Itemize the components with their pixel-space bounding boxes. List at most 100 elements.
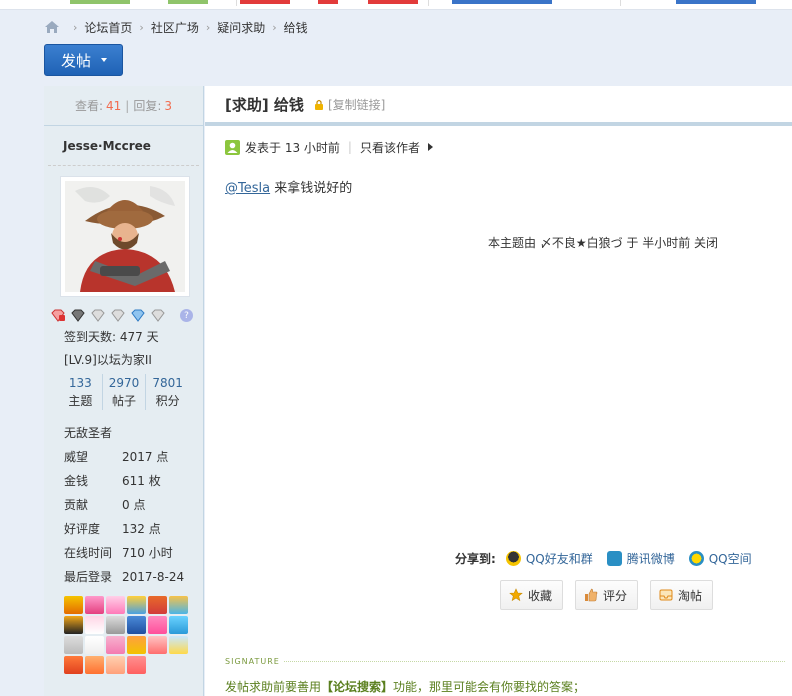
points-label: 积分 xyxy=(155,394,180,408)
post-time: 发表于 13 小时前 xyxy=(245,140,340,155)
medal-icon[interactable] xyxy=(127,596,146,614)
medal-icon[interactable] xyxy=(106,616,125,634)
medal-icon[interactable] xyxy=(85,596,104,614)
new-post-button[interactable]: 发帖 xyxy=(44,44,123,76)
help-icon[interactable]: ? xyxy=(180,309,193,322)
author-name[interactable]: Jesse·Mccree xyxy=(48,126,199,166)
signature-suffix: 功能，那里可能会有你要找的答案； xyxy=(393,680,586,694)
dotted-rule xyxy=(283,661,785,662)
breadcrumb-current[interactable]: 给钱 xyxy=(284,19,308,36)
silver-diamond-icon[interactable] xyxy=(90,309,106,322)
medal-icon[interactable] xyxy=(85,616,104,634)
nav-fragment xyxy=(240,0,290,4)
posts-count[interactable]: 2970 帖子 xyxy=(101,374,146,410)
silver-diamond-icon[interactable] xyxy=(110,309,126,322)
new-post-label: 发帖 xyxy=(61,51,92,70)
share-qq-friends[interactable]: QQ好友和群 xyxy=(505,550,593,567)
medal-icon[interactable] xyxy=(85,636,104,654)
field-value: 0 点 xyxy=(122,498,146,512)
share-tencent-weibo[interactable]: 腾讯微博 xyxy=(606,550,675,567)
home-icon[interactable] xyxy=(44,20,60,34)
medal-icon[interactable] xyxy=(106,656,125,674)
stats-separator: | xyxy=(125,98,130,113)
field-value: 611 枚 xyxy=(122,474,161,488)
medal-icon[interactable] xyxy=(64,636,83,654)
topics-count[interactable]: 133 主题 xyxy=(59,374,102,410)
avatar-frame[interactable] xyxy=(60,176,190,297)
share-label: 分享到: xyxy=(455,552,496,566)
nav-fragment xyxy=(70,0,130,4)
medal-icon[interactable] xyxy=(106,596,125,614)
medal-icon[interactable] xyxy=(148,636,167,654)
medal-icon[interactable] xyxy=(64,616,83,634)
breadcrumb-community[interactable]: 社区广场 xyxy=(151,19,199,36)
field-last-login: 最后登录 2017-8-24 xyxy=(64,565,203,589)
favorite-button[interactable]: 收藏 xyxy=(500,580,564,610)
signature-divider: SIGNATURE xyxy=(225,657,785,666)
thread-container: 查看: 41 | 回复: 3 Jesse·Mccree ? 签到天数: 477 … xyxy=(44,86,792,696)
medal-icon[interactable] xyxy=(64,656,83,674)
field-prestige: 威望 2017 点 xyxy=(64,445,203,469)
thread-title: [求助] 给钱 xyxy=(225,95,304,114)
medal-icon[interactable] xyxy=(148,596,167,614)
medal-icon[interactable] xyxy=(127,656,146,674)
star-icon xyxy=(509,588,523,602)
dark-badge-icon[interactable] xyxy=(70,309,86,322)
mention-link[interactable]: @Tesla xyxy=(225,181,270,196)
field-online-time: 在线时间 710 小时 xyxy=(64,541,203,565)
thumbs-up-icon xyxy=(584,588,598,602)
field-value: 132 点 xyxy=(122,522,161,536)
user-level[interactable]: [LV.9]以坛为家II xyxy=(64,352,203,368)
medal-icon[interactable] xyxy=(169,596,188,614)
signature-label: SIGNATURE xyxy=(225,657,280,666)
post-main: [求助] 给钱 [复制链接] 发表于 13 小时前 | 只看该作者 @Tesla… xyxy=(205,86,792,696)
field-key: 在线时间 xyxy=(64,546,113,560)
only-author-link[interactable]: 只看该作者 xyxy=(360,139,420,156)
field-rating: 好评度 132 点 xyxy=(64,517,203,541)
rate-label: 评分 xyxy=(603,588,628,603)
medal-grid xyxy=(64,596,190,674)
post-body: 来拿钱说好的 xyxy=(270,181,353,196)
medal-icon[interactable] xyxy=(127,636,146,654)
collect-post-button[interactable]: 淘帖 xyxy=(650,580,714,610)
avatar[interactable] xyxy=(65,181,185,292)
medal-icon[interactable] xyxy=(169,636,188,654)
replies-label: 回复: xyxy=(133,99,162,113)
signature-search-link[interactable]: 【论坛搜索】 xyxy=(321,680,393,694)
collect-post-label: 淘帖 xyxy=(678,588,703,603)
medal-icon[interactable] xyxy=(127,616,146,634)
topics-label: 主题 xyxy=(68,394,93,408)
play-arrow-icon[interactable] xyxy=(427,143,433,151)
posts-value: 2970 xyxy=(108,376,140,390)
breadcrumb-help[interactable]: 疑问求助 xyxy=(217,19,265,36)
points-value: 7801 xyxy=(152,376,183,390)
blue-diamond-icon[interactable] xyxy=(130,309,146,322)
share-qzone[interactable]: QQ空间 xyxy=(688,550,752,567)
medal-icon[interactable] xyxy=(106,636,125,654)
chevron-right-icon: › xyxy=(272,20,277,34)
views-count: 41 xyxy=(106,98,122,113)
red-badge-icon[interactable] xyxy=(50,309,66,322)
field-value: 2017 点 xyxy=(122,450,169,464)
breadcrumb-forum-home[interactable]: 论坛首页 xyxy=(84,19,132,36)
nav-fragment xyxy=(168,0,208,4)
medal-icon[interactable] xyxy=(85,656,104,674)
replies-count: 3 xyxy=(164,98,173,113)
share-qzone-label: QQ空间 xyxy=(708,552,752,566)
lock-icon xyxy=(314,99,324,110)
favorite-label: 收藏 xyxy=(528,588,553,603)
silver-diamond-icon[interactable] xyxy=(150,309,166,322)
points-count[interactable]: 7801 积分 xyxy=(145,374,189,410)
field-key: 威望 xyxy=(64,450,89,464)
copy-link[interactable]: [复制链接] xyxy=(328,96,385,113)
post-actions: 收藏 评分 淘帖 xyxy=(500,580,714,610)
post-content: @Tesla 来拿钱说好的 xyxy=(225,177,352,196)
nav-fragment xyxy=(368,0,418,4)
medal-icon[interactable] xyxy=(148,616,167,634)
chevron-right-icon: › xyxy=(73,20,78,34)
medal-icon[interactable] xyxy=(169,616,188,634)
medal-icon[interactable] xyxy=(64,596,83,614)
caret-down-icon[interactable] xyxy=(101,58,108,62)
rate-button[interactable]: 评分 xyxy=(575,580,639,610)
thread-stats: 查看: 41 | 回复: 3 xyxy=(44,86,203,126)
